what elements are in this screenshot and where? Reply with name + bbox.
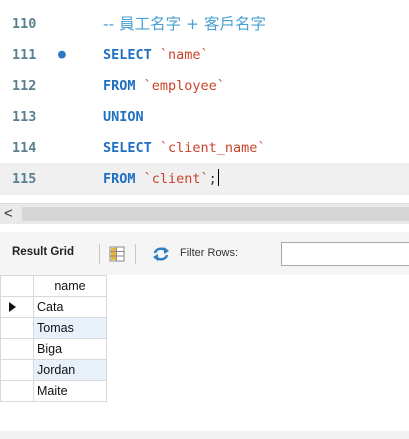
cell-name[interactable]: Tomas bbox=[33, 317, 107, 339]
table-row[interactable]: Maite bbox=[0, 380, 107, 402]
sql-keyword: FROM bbox=[103, 171, 144, 187]
code-line[interactable]: 113 UNION bbox=[0, 101, 409, 133]
row-header[interactable] bbox=[0, 317, 34, 339]
text-caret bbox=[217, 169, 219, 186]
current-row-arrow-icon bbox=[9, 302, 16, 312]
row-header-corner bbox=[0, 275, 34, 297]
result-footer bbox=[0, 431, 409, 439]
sql-identifier: `client` bbox=[143, 171, 209, 187]
sql-keyword: SELECT bbox=[103, 140, 160, 156]
table-row[interactable]: Cata bbox=[0, 296, 107, 318]
code-text: UNION bbox=[103, 101, 144, 133]
row-header[interactable] bbox=[0, 380, 34, 402]
table-row[interactable]: Tomas bbox=[0, 317, 107, 339]
result-grid: name Cata Tomas Biga Jordan Maite bbox=[0, 275, 409, 429]
toolbar-separator bbox=[99, 244, 100, 264]
sql-keyword: SELECT bbox=[103, 47, 160, 63]
cell-name[interactable]: Biga bbox=[33, 338, 107, 360]
result-grid-tab[interactable]: Result Grid bbox=[12, 246, 74, 258]
row-header[interactable] bbox=[0, 296, 34, 318]
line-number: 115 bbox=[12, 171, 37, 187]
result-toolbar: Result Grid Filter Rows: bbox=[0, 232, 409, 278]
sql-identifier: `client_name` bbox=[159, 140, 266, 156]
result-rows: Cata Tomas Biga Jordan Maite bbox=[0, 296, 107, 402]
toolbar-separator bbox=[135, 244, 136, 264]
cell-name[interactable]: Jordan bbox=[33, 359, 107, 381]
scroll-left-arrow[interactable]: < bbox=[4, 204, 13, 224]
filter-rows-input[interactable] bbox=[281, 242, 409, 266]
cell-name[interactable]: Cata bbox=[33, 296, 107, 318]
row-header[interactable] bbox=[0, 359, 34, 381]
table-row[interactable]: Biga bbox=[0, 338, 107, 360]
header-row: name bbox=[0, 275, 107, 297]
code-line[interactable]: 114 SELECT `client_name` bbox=[0, 132, 409, 164]
sql-keyword: FROM bbox=[103, 78, 144, 94]
horizontal-scrollbar[interactable]: < bbox=[0, 203, 409, 224]
cell-name[interactable]: Maite bbox=[33, 380, 107, 402]
code-text: SELECT `name` bbox=[103, 39, 209, 71]
table-row[interactable]: Jordan bbox=[0, 359, 107, 381]
line-number: 114 bbox=[12, 140, 37, 156]
sql-editor[interactable]: 110 -- 員工名字 + 客戶名字 111 ● SELECT `name` 112 FRO… bbox=[0, 0, 409, 196]
filter-rows-label: Filter Rows: bbox=[180, 247, 239, 259]
row-header[interactable] bbox=[0, 338, 34, 360]
line-number: 111 bbox=[12, 47, 37, 63]
result-table: name Cata Tomas Biga Jordan Maite bbox=[0, 275, 107, 402]
scroll-thumb[interactable] bbox=[22, 207, 409, 221]
sql-identifier: `employee` bbox=[143, 78, 225, 94]
code-text: FROM `client`; bbox=[103, 163, 219, 195]
sql-keyword: UNION bbox=[103, 109, 144, 125]
refresh-icon[interactable] bbox=[152, 246, 170, 262]
code-text: -- 員工名字 + 客戶名字 bbox=[103, 8, 266, 41]
line-number: 113 bbox=[12, 109, 37, 125]
sql-punctuation: ; bbox=[208, 171, 217, 187]
code-line[interactable]: 112 FROM `employee` bbox=[0, 70, 409, 102]
code-line[interactable]: 111 ● SELECT `name` bbox=[0, 39, 409, 71]
statement-marker-icon: ● bbox=[58, 47, 66, 62]
column-header-name[interactable]: name bbox=[33, 275, 107, 297]
grid-layout-icon[interactable] bbox=[109, 246, 125, 262]
sql-comment: -- 員工名字 + 客戶名字 bbox=[103, 15, 266, 33]
code-text: SELECT `client_name` bbox=[103, 132, 266, 164]
code-line[interactable]: 115 FROM `client`; bbox=[0, 163, 409, 195]
code-text: FROM `employee` bbox=[103, 70, 225, 102]
line-number: 112 bbox=[12, 78, 37, 94]
code-line[interactable]: 110 -- 員工名字 + 客戶名字 bbox=[0, 8, 409, 40]
sql-identifier: `name` bbox=[159, 47, 209, 63]
line-number: 110 bbox=[12, 16, 37, 32]
